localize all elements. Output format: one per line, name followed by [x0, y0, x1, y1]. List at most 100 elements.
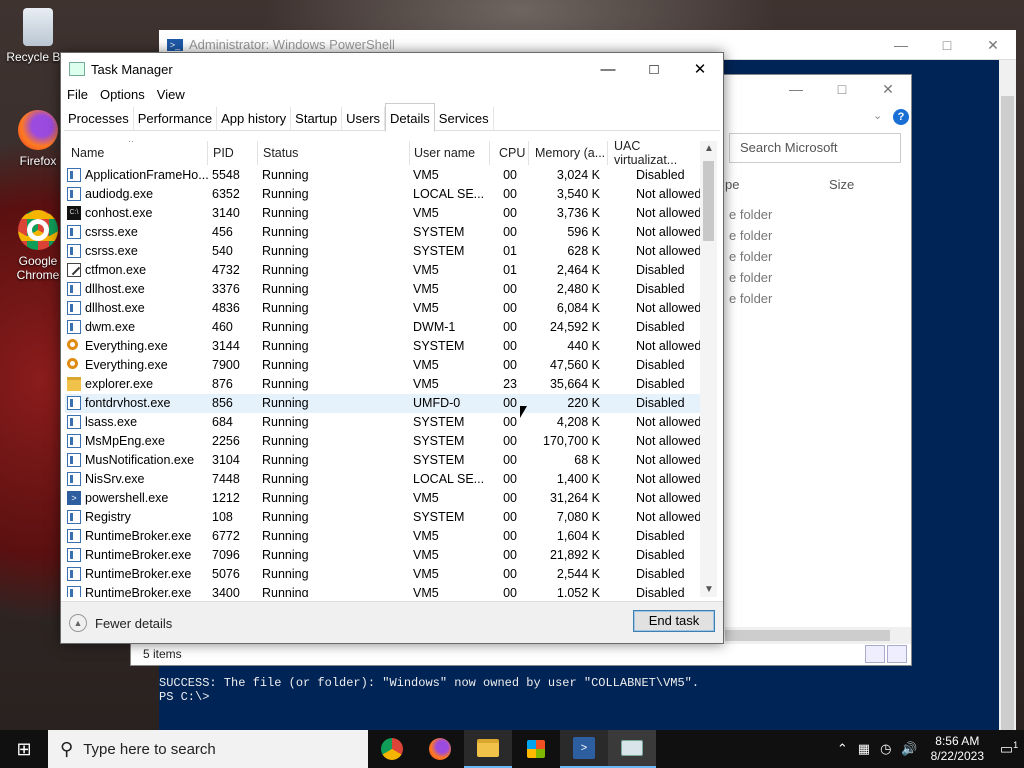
scrollbar-thumb[interactable] [703, 161, 714, 241]
table-row[interactable]: Registry 108 Running SYSTEM 00 7,080 K Not all… [65, 508, 705, 527]
process-uac: Disabled [636, 548, 685, 562]
table-row[interactable]: dllhost.exe 3376 Running VM5 00 2,480 K Disabl… [65, 280, 705, 299]
column-header-user[interactable]: User name [414, 141, 475, 165]
notification-center-button[interactable]: ▭1 [994, 740, 1024, 758]
table-row[interactable]: ctfmon.exe 4732 Running VM5 01 2,464 K Disable… [65, 261, 705, 280]
close-button[interactable]: ✕ [865, 75, 911, 103]
table-row[interactable]: explorer.exe 876 Running VM5 23 35,664 K Disab… [65, 375, 705, 394]
scrollbar-thumb[interactable] [725, 630, 890, 641]
table-row[interactable]: RuntimeBroker.exe 3400 Running VM5 00 1,052 K… [65, 584, 705, 597]
large-icons-view-button[interactable] [887, 645, 907, 663]
tab-details[interactable]: Details [385, 103, 435, 132]
list-item[interactable]: e folder [729, 207, 772, 222]
table-row[interactable]: Everything.exe 7900 Running VM5 00 47,560 K Di… [65, 356, 705, 375]
column-separator[interactable] [607, 141, 608, 165]
taskbar-store[interactable] [512, 730, 560, 768]
table-row[interactable]: RuntimeBroker.exe 5076 Running VM5 00 2,544 K… [65, 565, 705, 584]
list-item[interactable]: e folder [729, 270, 772, 285]
scroll-down-arrow-icon[interactable]: ▼ [704, 584, 714, 595]
taskbar-chrome[interactable] [368, 730, 416, 768]
table-row[interactable]: csrss.exe 540 Running SYSTEM 01 628 K Not allo… [65, 242, 705, 261]
details-view-button[interactable] [865, 645, 885, 663]
column-separator[interactable] [257, 141, 258, 165]
network-icon[interactable]: ◷ [880, 741, 891, 757]
sort-ascending-icon: ^ [129, 141, 134, 147]
column-header-name[interactable]: Name [71, 141, 104, 165]
table-row[interactable]: ApplicationFrameHo... 5548 Running VM5 00 3,0… [65, 166, 705, 185]
end-task-button[interactable]: End task [633, 610, 715, 632]
table-row[interactable]: csrss.exe 456 Running SYSTEM 00 596 K Not allo… [65, 223, 705, 242]
table-row[interactable]: MusNotification.exe 3104 Running SYSTEM 00 68… [65, 451, 705, 470]
scroll-up-arrow-icon[interactable]: ▲ [704, 143, 714, 154]
column-header-uac[interactable]: UAC virtualizat... [614, 141, 705, 167]
horizontal-scrollbar[interactable] [725, 627, 911, 644]
minimize-button[interactable]: — [585, 53, 631, 85]
help-icon[interactable]: ? [893, 109, 909, 125]
menu-file[interactable]: File [67, 85, 94, 107]
chevron-up-icon[interactable]: ⌃ [837, 741, 848, 757]
column-header-memory[interactable]: Memory (a... [535, 141, 605, 165]
tab-performance[interactable]: Performance [134, 107, 218, 131]
taskbar-search-box[interactable]: ⚲ Type here to search [48, 730, 368, 768]
column-header-status[interactable]: Status [263, 141, 298, 165]
column-separator[interactable] [489, 141, 490, 165]
table-row[interactable]: dwm.exe 460 Running DWM-1 00 24,592 K Disabled [65, 318, 705, 337]
fewer-details-button[interactable]: ▲ Fewer details [69, 614, 172, 632]
list-item[interactable]: e folder [729, 228, 772, 243]
table-row[interactable]: MsMpEng.exe 2256 Running SYSTEM 00 170,700 K N… [65, 432, 705, 451]
process-memory: 170,700 K [543, 434, 600, 448]
tab-startup[interactable]: Startup [291, 107, 343, 131]
tab-services[interactable]: Services [435, 107, 494, 131]
task-manager-titlebar[interactable]: Task Manager — □ ✕ [61, 53, 723, 85]
column-separator[interactable] [207, 141, 208, 165]
taskbar-file-explorer[interactable] [464, 730, 512, 768]
process-uac: Disabled [636, 529, 685, 543]
maximize-button[interactable]: □ [924, 30, 970, 60]
taskbar-firefox[interactable] [416, 730, 464, 768]
column-header-pid[interactable]: PID [213, 141, 234, 165]
column-separator[interactable] [528, 141, 529, 165]
scrollbar-thumb[interactable] [1001, 96, 1014, 736]
process-name: ctfmon.exe [85, 263, 147, 277]
table-row[interactable]: C:\ conhost.exe 3140 Running VM5 00 3,736 K Not… [65, 204, 705, 223]
volume-icon[interactable]: 🔊 [901, 741, 917, 757]
search-input[interactable]: Search Microsoft [729, 133, 901, 163]
menu-view[interactable]: View [157, 85, 191, 107]
table-row[interactable]: RuntimeBroker.exe 6772 Running VM5 00 1,604 K… [65, 527, 705, 546]
column-header-cpu[interactable]: CPU [499, 141, 525, 165]
table-row[interactable]: Everything.exe 3144 Running SYSTEM 00 440 K No… [65, 337, 705, 356]
table-row[interactable]: dllhost.exe 4836 Running VM5 00 6,084 K Not al… [65, 299, 705, 318]
vertical-scrollbar[interactable] [999, 60, 1016, 736]
taskbar-powershell[interactable]: > [560, 730, 608, 768]
maximize-button[interactable]: □ [819, 75, 865, 103]
tab-app-history[interactable]: App history [217, 107, 292, 131]
tab-processes[interactable]: Processes [64, 107, 134, 131]
close-button[interactable]: ✕ [677, 53, 723, 85]
minimize-button[interactable]: — [878, 30, 924, 60]
table-row[interactable]: audiodg.exe 6352 Running LOCAL SE... 00 3,540… [65, 185, 705, 204]
column-type[interactable]: pe [725, 177, 739, 192]
task-manager-window[interactable]: Task Manager — □ ✕ File Options View Pro… [60, 52, 724, 644]
table-row[interactable]: fontdrvhost.exe 856 Running UMFD-0 00 220 K Di… [65, 394, 705, 413]
maximize-button[interactable]: □ [631, 53, 677, 85]
table-row[interactable]: lsass.exe 684 Running SYSTEM 00 4,208 K Not al… [65, 413, 705, 432]
list-item[interactable]: e folder [729, 291, 772, 306]
chevron-down-icon[interactable]: ⌄ [873, 109, 882, 122]
tab-users[interactable]: Users [342, 107, 386, 131]
table-row[interactable]: > powershell.exe 1212 Running VM5 00 31,264 K N… [65, 489, 705, 508]
close-button[interactable]: ✕ [970, 30, 1016, 60]
minimize-button[interactable]: — [773, 75, 819, 103]
console-output[interactable]: SUCCESS: The file (or folder): "Windows"… [159, 676, 699, 704]
table-row[interactable]: RuntimeBroker.exe 7096 Running VM5 00 21,892 … [65, 546, 705, 565]
network-device-icon[interactable]: ▦ [858, 741, 870, 757]
powershell-icon: >_ [167, 38, 183, 51]
column-size[interactable]: Size [829, 177, 854, 192]
list-item[interactable]: e folder [729, 249, 772, 264]
table-row[interactable]: NisSrv.exe 7448 Running LOCAL SE... 00 1,400 … [65, 470, 705, 489]
taskbar-task-manager[interactable] [608, 730, 656, 768]
start-button[interactable]: ⊞ [0, 730, 48, 768]
vertical-scrollbar[interactable]: ▲ ▼ [700, 141, 717, 597]
menu-options[interactable]: Options [100, 85, 151, 107]
clock[interactable]: 8:56 AM 8/22/2023 [931, 734, 984, 764]
column-separator[interactable] [409, 141, 410, 165]
